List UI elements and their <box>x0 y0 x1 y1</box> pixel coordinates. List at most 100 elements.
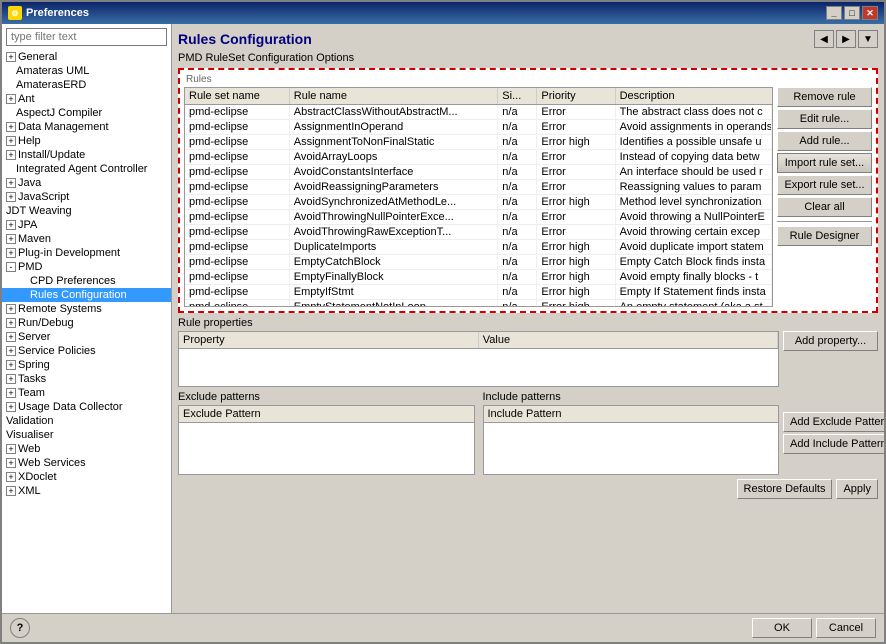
restore-defaults-button[interactable]: Restore Defaults <box>737 479 833 499</box>
cell-priority: Error high <box>537 135 615 150</box>
sidebar-item-ant[interactable]: +Ant <box>2 92 171 106</box>
main-header: Rules Configuration ◀ ▶ ▼ <box>178 30 878 48</box>
table-row[interactable]: pmd-eclipse EmptyFinallyBlock n/a Error … <box>185 270 772 285</box>
sidebar-item-usage-data[interactable]: +Usage Data Collector <box>2 400 171 414</box>
cell-si: n/a <box>498 150 537 165</box>
sidebar-item-maven[interactable]: +Maven <box>2 232 171 246</box>
table-row[interactable]: pmd-eclipse AvoidSynchronizedAtMethodLe.… <box>185 195 772 210</box>
sidebar-item-validation[interactable]: Validation <box>2 414 171 428</box>
table-row[interactable]: pmd-eclipse AvoidThrowingRawExceptionT..… <box>185 225 772 240</box>
cell-rulename: AvoidThrowingNullPointerExce... <box>289 210 498 225</box>
cell-ruleset: pmd-eclipse <box>185 165 289 180</box>
sidebar-item-install-update[interactable]: +Install/Update <box>2 148 171 162</box>
sidebar-item-run-debug[interactable]: +Run/Debug <box>2 316 171 330</box>
add-rule-button[interactable]: Add rule... <box>777 131 872 151</box>
cell-si: n/a <box>498 270 537 285</box>
minimize-button[interactable]: _ <box>826 6 842 20</box>
forward-button[interactable]: ▶ <box>836 30 856 48</box>
sidebar-item-xml[interactable]: +XML <box>2 484 171 498</box>
sidebar-item-amateras-uml[interactable]: Amateras UML <box>2 64 171 78</box>
cell-si: n/a <box>498 255 537 270</box>
table-row[interactable]: pmd-eclipse EmptyStatementNotInLoop n/a … <box>185 300 772 308</box>
sidebar-item-aspectj[interactable]: AspectJ Compiler <box>2 106 171 120</box>
edit-rule-button[interactable]: Edit rule... <box>777 109 872 129</box>
export-ruleset-button[interactable]: Export rule set... <box>777 175 872 195</box>
cell-desc: An empty statement (aka a st <box>615 300 771 308</box>
sidebar-item-tasks[interactable]: +Tasks <box>2 372 171 386</box>
table-row[interactable]: pmd-eclipse AvoidArrayLoops n/a Error In… <box>185 150 772 165</box>
table-row[interactable]: pmd-eclipse DuplicateImports n/a Error h… <box>185 240 772 255</box>
cell-si: n/a <box>498 180 537 195</box>
table-row[interactable]: pmd-eclipse EmptyCatchBlock n/a Error hi… <box>185 255 772 270</box>
sidebar-item-server[interactable]: +Server <box>2 330 171 344</box>
cancel-button[interactable]: Cancel <box>816 618 876 638</box>
menu-button[interactable]: ▼ <box>858 30 878 48</box>
rules-section-label: Rules <box>184 74 872 85</box>
tree: +General Amateras UML AmaterasERD +Ant A… <box>2 50 171 613</box>
sidebar-item-integrated-agent[interactable]: Integrated Agent Controller <box>2 162 171 176</box>
cell-si: n/a <box>498 195 537 210</box>
cell-rulename: AssignmentInOperand <box>289 120 498 135</box>
remove-rule-button[interactable]: Remove rule <box>777 87 872 107</box>
sidebar-item-javascript[interactable]: +JavaScript <box>2 190 171 204</box>
sidebar-item-jpa[interactable]: +JPA <box>2 218 171 232</box>
add-include-pattern-button[interactable]: Add Include Pattern <box>783 434 884 454</box>
sidebar-item-xdoclet[interactable]: +XDoclet <box>2 470 171 484</box>
table-row[interactable]: pmd-eclipse AssignmentInOperand n/a Erro… <box>185 120 772 135</box>
cell-priority: Error high <box>537 240 615 255</box>
sidebar-item-rules-config[interactable]: Rules Configuration <box>2 288 171 302</box>
back-button[interactable]: ◀ <box>814 30 834 48</box>
sidebar: +General Amateras UML AmaterasERD +Ant A… <box>2 24 172 613</box>
sidebar-item-jdt-weaving[interactable]: JDT Weaving <box>2 204 171 218</box>
sidebar-item-general[interactable]: +General <box>2 50 171 64</box>
sidebar-item-team[interactable]: +Team <box>2 386 171 400</box>
close-button[interactable]: ✕ <box>862 6 878 20</box>
sidebar-item-web-services[interactable]: +Web Services <box>2 456 171 470</box>
cell-ruleset: pmd-eclipse <box>185 120 289 135</box>
cell-desc: Avoid throwing a NullPointerE <box>615 210 771 225</box>
col-header-si[interactable]: Si... <box>498 88 537 105</box>
ok-button[interactable]: OK <box>752 618 812 638</box>
col-header-priority[interactable]: Priority <box>537 88 615 105</box>
import-ruleset-button[interactable]: Import rule set... <box>777 153 872 173</box>
table-row[interactable]: pmd-eclipse AssignmentToNonFinalStatic n… <box>185 135 772 150</box>
table-row[interactable]: pmd-eclipse EmptyIfStmt n/a Error high E… <box>185 285 772 300</box>
table-row[interactable]: pmd-eclipse AbstractClassWithoutAbstract… <box>185 105 772 120</box>
sidebar-item-data-mgmt[interactable]: +Data Management <box>2 120 171 134</box>
sidebar-item-cpd-prefs[interactable]: CPD Preferences <box>2 274 171 288</box>
add-exclude-pattern-button[interactable]: Add Exclude Pattern <box>783 412 884 432</box>
sidebar-item-remote-systems[interactable]: +Remote Systems <box>2 302 171 316</box>
col-header-property[interactable]: Property <box>179 332 478 349</box>
col-header-ruleset[interactable]: Rule set name <box>185 88 289 105</box>
clear-all-button[interactable]: Clear all <box>777 197 872 217</box>
col-header-include-pattern[interactable]: Include Pattern <box>484 406 779 423</box>
cell-priority: Error <box>537 210 615 225</box>
sidebar-item-amateras-erd[interactable]: AmaterasERD <box>2 78 171 92</box>
sidebar-item-visualiser[interactable]: Visualiser <box>2 428 171 442</box>
table-row[interactable]: pmd-eclipse AvoidThrowingNullPointerExce… <box>185 210 772 225</box>
sidebar-item-help[interactable]: +Help <box>2 134 171 148</box>
maximize-button[interactable]: □ <box>844 6 860 20</box>
cell-priority: Error <box>537 150 615 165</box>
cell-si: n/a <box>498 300 537 308</box>
sidebar-item-pmd[interactable]: -PMD <box>2 260 171 274</box>
apply-button[interactable]: Apply <box>836 479 878 499</box>
rule-designer-button[interactable]: Rule Designer <box>777 226 872 246</box>
col-header-rulename[interactable]: Rule name <box>289 88 498 105</box>
sidebar-item-plugin-dev[interactable]: +Plug-in Development <box>2 246 171 260</box>
sidebar-item-java[interactable]: +Java <box>2 176 171 190</box>
sidebar-item-service-policies[interactable]: +Service Policies <box>2 344 171 358</box>
help-button[interactable]: ? <box>10 618 30 638</box>
col-header-desc[interactable]: Description <box>615 88 771 105</box>
col-header-exclude-pattern[interactable]: Exclude Pattern <box>179 406 474 423</box>
exclude-patterns-group: Exclude patterns Exclude Pattern <box>178 391 475 475</box>
table-row[interactable]: pmd-eclipse AvoidConstantsInterface n/a … <box>185 165 772 180</box>
table-row[interactable]: pmd-eclipse AvoidReassigningParameters n… <box>185 180 772 195</box>
col-header-value[interactable]: Value <box>478 332 777 349</box>
main-panel: Rules Configuration ◀ ▶ ▼ PMD RuleSet Co… <box>172 24 884 613</box>
add-property-button[interactable]: Add property... <box>783 331 878 351</box>
cell-rulename: AvoidConstantsInterface <box>289 165 498 180</box>
sidebar-item-spring[interactable]: +Spring <box>2 358 171 372</box>
sidebar-item-web[interactable]: +Web <box>2 442 171 456</box>
filter-input[interactable] <box>6 28 167 46</box>
